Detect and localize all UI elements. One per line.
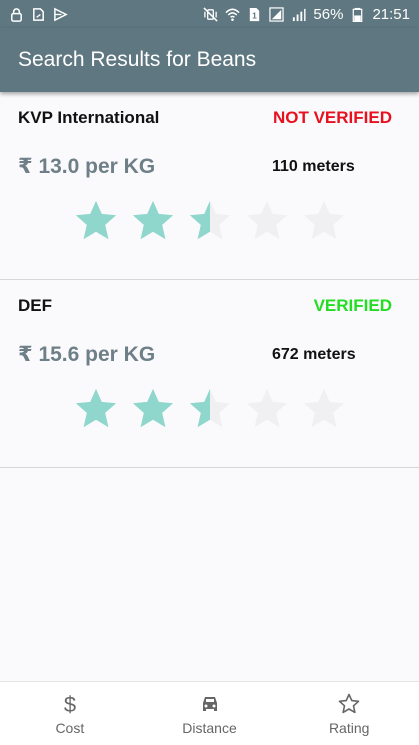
star-empty-icon <box>303 388 345 428</box>
bottom-navigation: $ Cost Distance Rating <box>0 681 419 745</box>
price: ₹ 13.0 per KG <box>18 155 156 178</box>
result-card[interactable]: KVP International NOT VERIFIED ₹ 13.0 pe… <box>0 92 419 280</box>
battery-icon <box>350 7 365 22</box>
star-empty-icon <box>303 200 345 240</box>
star-filled-icon <box>75 388 117 428</box>
star-half-icon <box>189 200 231 240</box>
nav-label-cost: Cost <box>55 719 85 736</box>
distance: 672 meters <box>272 346 356 363</box>
lock-icon <box>9 7 24 22</box>
dollar-icon: $ <box>58 692 82 716</box>
verification-status: VERIFIED <box>313 296 392 315</box>
star-outline-icon <box>337 692 361 716</box>
sim-card-icon <box>31 7 46 22</box>
page-title: Search Results for Beans <box>18 48 257 71</box>
results-list: KVP International NOT VERIFIED ₹ 13.0 pe… <box>0 92 419 468</box>
nav-item-distance[interactable]: Distance <box>140 682 280 745</box>
app-bar: Search Results for Beans <box>0 28 419 92</box>
star-filled-icon <box>132 200 174 240</box>
nav-item-cost[interactable]: $ Cost <box>0 682 140 745</box>
result-card[interactable]: DEF VERIFIED ₹ 15.6 per KG 672 meters <box>0 280 419 468</box>
svg-text:$: $ <box>64 692 76 716</box>
star-empty-icon <box>246 200 288 240</box>
nav-label-distance: Distance <box>182 719 237 736</box>
rating-stars <box>73 386 347 432</box>
wifi-icon <box>225 7 241 22</box>
signal-2-icon <box>291 7 306 22</box>
distance: 110 meters <box>272 158 355 175</box>
star-half-icon <box>189 388 231 428</box>
rating-stars <box>73 198 347 244</box>
message-arrow-icon <box>53 7 68 22</box>
star-filled-icon <box>132 388 174 428</box>
nav-item-rating[interactable]: Rating <box>279 682 419 745</box>
verification-status: NOT VERIFIED <box>272 108 392 127</box>
nav-label-rating: Rating <box>328 719 370 736</box>
seller-name: KVP International <box>18 108 160 127</box>
price: ₹ 15.6 per KG <box>18 343 156 366</box>
status-bar: 1 56% 21:51 <box>0 0 419 28</box>
car-icon <box>198 692 222 716</box>
star-empty-icon <box>246 388 288 428</box>
signal-icon <box>269 6 285 22</box>
mute-vibrate-icon <box>203 6 219 22</box>
battery-percent: 56% <box>313 5 344 23</box>
seller-name: DEF <box>18 296 52 315</box>
svg-text:1: 1 <box>253 10 258 20</box>
star-filled-icon <box>75 200 117 240</box>
clock: 21:51 <box>372 5 410 23</box>
sim-1-icon: 1 <box>247 7 262 22</box>
status-bar-left <box>9 7 68 22</box>
status-bar-right: 1 56% 21:51 <box>203 6 410 23</box>
